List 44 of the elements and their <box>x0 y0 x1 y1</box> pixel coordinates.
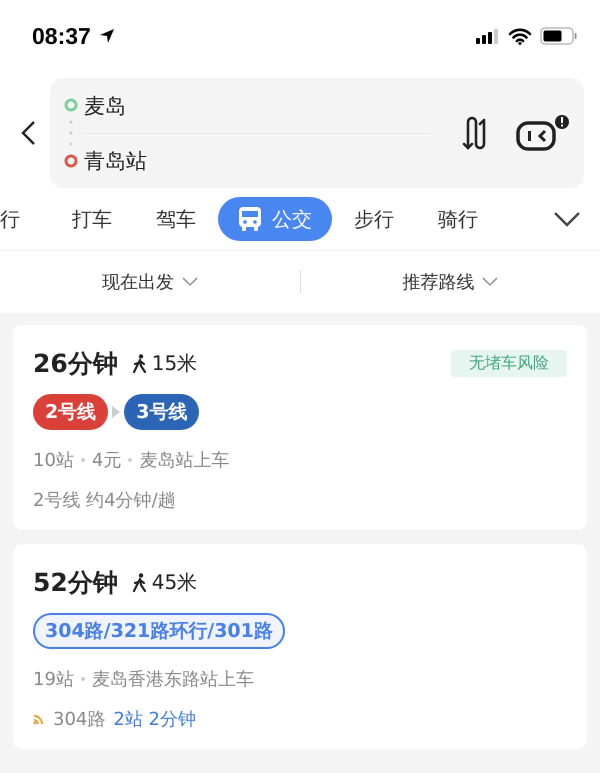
filter-dropdown[interactable]: 推荐路线 <box>300 269 600 295</box>
mode-tab[interactable]: 骑行 <box>416 197 500 241</box>
mode-tab[interactable]: 行 <box>0 197 50 241</box>
wifi-icon <box>508 28 532 44</box>
chevron-down-icon <box>182 277 198 287</box>
destination-field[interactable]: 青岛站 <box>84 146 147 174</box>
route-detail: 10站 <box>33 449 74 472</box>
mode-tab[interactable]: 驾车 <box>134 197 218 241</box>
swap-icon[interactable] <box>460 116 488 150</box>
location-arrow-icon <box>98 28 115 44</box>
walk-distance: 45米 <box>152 569 198 596</box>
signal-icon <box>476 28 500 44</box>
mode-tab[interactable]: 打车 <box>50 197 134 241</box>
traffic-tag: 无堵车风险 <box>451 350 567 377</box>
line-chip: 2号线 <box>33 394 108 430</box>
triangle-right-icon <box>112 406 120 418</box>
battery-icon <box>540 27 578 45</box>
bus-icon <box>238 206 262 232</box>
route-card[interactable]: 52分钟 45米 304路/321路环行/301路 19站 麦岛香港东路站上车 304路 2站 2分钟 <box>13 544 587 749</box>
chevron-down-icon[interactable] <box>554 211 580 227</box>
origin-field[interactable]: 麦岛 <box>84 92 126 120</box>
feedback-icon[interactable] <box>516 114 570 152</box>
walk-distance: 15米 <box>152 350 198 377</box>
route-note: 2号线 约4分钟/趟 <box>33 489 176 512</box>
mode-tab[interactable]: 步行 <box>332 197 416 241</box>
route-detail: 麦岛站上车 <box>139 449 230 472</box>
route-detail: 19站 <box>33 668 74 691</box>
status-time: 08:37 <box>32 22 91 50</box>
line-chip: 304路/321路环行/301路 <box>33 613 285 649</box>
duration-text: 52分钟 <box>33 567 118 599</box>
back-icon[interactable] <box>20 120 36 146</box>
line-chip: 3号线 <box>124 394 200 430</box>
walking-person-icon <box>132 354 148 374</box>
route-note: 2站 2分钟 <box>113 708 196 731</box>
duration-text: 26分钟 <box>33 348 118 380</box>
mode-tab[interactable]: 公交 <box>218 197 332 241</box>
chevron-down-icon <box>482 277 498 287</box>
walking-person-icon <box>132 572 148 592</box>
route-card[interactable]: 26分钟 15米 无堵车风险 2号线 3号线 10站 4元 麦岛站上车 2号线 约4分钟/趟 <box>13 325 587 530</box>
route-note: 304路 <box>53 708 106 731</box>
filter-dropdown[interactable]: 现在出发 <box>0 269 300 295</box>
route-detail: 麦岛香港东路站上车 <box>92 668 254 691</box>
route-dots-drawing <box>64 98 78 168</box>
route-detail: 4元 <box>92 449 122 472</box>
